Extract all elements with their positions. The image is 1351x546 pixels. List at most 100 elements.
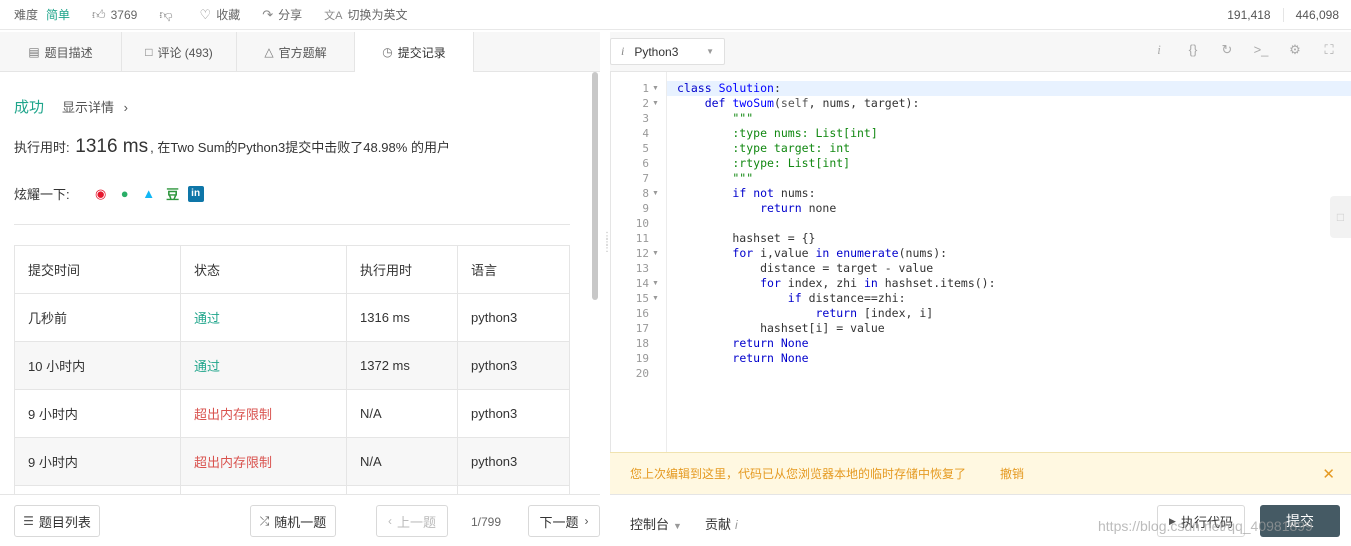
terminal-icon[interactable]: >_ [1251, 42, 1271, 58]
prev-problem-button[interactable]: ‹ 上一题 [376, 505, 448, 537]
wechat-icon[interactable]: ● [116, 185, 134, 203]
line-number: 17 [635, 322, 649, 335]
runtime-summary: 执行用时: 1316 ms, 在Two Sum的Python3提交中击败了48.… [14, 136, 450, 158]
line-number: 20 [635, 367, 649, 380]
result-status: 成功 [14, 99, 45, 116]
submit-time: 几秒前 [14, 293, 181, 342]
tab-label: 官方题解 [278, 45, 327, 60]
code-line: hashset[i] = value [677, 321, 885, 335]
language-value: Python3 [634, 44, 679, 59]
submit-status-link[interactable]: 通过 [180, 293, 347, 342]
line-number-gutter: 1 ▼ 2 ▼ 3 4 5 6 7 8 ▼ 9 10 11 12 ▼ 13 14 ▼ 15 ▼ 16 17 18 19 20 [611, 72, 667, 452]
fold-toggle-icon[interactable]: ▼ [652, 186, 659, 201]
document-icon: ▤ [28, 45, 40, 59]
shuffle-icon: ⤮ [259, 513, 270, 528]
qq-icon[interactable]: ▲ [140, 185, 158, 203]
table-row: 9 小时内 超出内存限制 N/A python3 [14, 437, 570, 486]
reset-icon[interactable]: ↻ [1217, 42, 1237, 58]
tab-label: 提交记录 [397, 45, 446, 60]
line-number: 3 [642, 112, 649, 125]
console-label: 控制台 [630, 517, 670, 532]
share-button[interactable]: ↷ 分享 [262, 6, 302, 23]
code-line: def twoSum(self, nums, target): [704, 96, 920, 110]
douban-icon[interactable]: 豆 [164, 185, 182, 203]
contribute-link[interactable]: 贡献 i [705, 514, 738, 533]
braces-icon[interactable]: {} [1183, 42, 1203, 58]
code-line: return None [732, 336, 809, 350]
submission-count: 446,098 [1282, 8, 1351, 22]
info-icon[interactable]: i [1149, 42, 1169, 58]
tab-solution[interactable]: △ 官方题解 [237, 32, 355, 72]
fold-toggle-icon[interactable]: ▼ [652, 96, 659, 111]
editor-actions: i {} ↻ >_ ⚙ ⛶ [1135, 42, 1339, 58]
fold-toggle-icon[interactable]: ▼ [652, 291, 659, 306]
runtime-suffix: , 在Two Sum的Python3提交中击败了48.98% 的用户 [150, 140, 450, 155]
table-row: 9 小时内 超出内存限制 N/A python3 [14, 389, 570, 438]
close-icon[interactable]: ✕ [1322, 465, 1335, 483]
console-toggle[interactable]: 控制台 ▼ [630, 514, 682, 533]
submit-time: 9 小时内 [14, 437, 181, 486]
submit-time [14, 485, 181, 494]
random-problem-button[interactable]: ⤮ 随机一题 [250, 505, 336, 537]
code-line: return None [732, 351, 809, 365]
line-number: 8 [642, 187, 649, 200]
side-handle[interactable]: □ [1330, 196, 1351, 238]
line-number: 11 [635, 232, 649, 245]
language-select[interactable]: i Python3 ▼ [610, 38, 725, 65]
code-editor[interactable]: 1 ▼ 2 ▼ 3 4 5 6 7 8 ▼ 9 10 11 12 ▼ 13 14 ▼ 15 ▼ 16 17 18 19 20 cl… [610, 72, 1351, 452]
heart-icon: ♡ [199, 6, 212, 22]
fold-toggle-icon[interactable]: ▼ [652, 81, 659, 96]
line-number: 12 [635, 247, 649, 260]
show-details-link[interactable]: 显示详情 › [62, 97, 128, 116]
like-count: 3769 [110, 7, 138, 22]
thumbs-down-icon: 👎︎ [159, 6, 173, 22]
settings-icon[interactable]: ⚙ [1285, 42, 1305, 58]
code-line: class Solution: [677, 81, 781, 95]
like-button[interactable]: 👍︎ 3769 [92, 7, 137, 23]
share-label: 炫耀一下: [14, 187, 70, 202]
code-line: return [index, i] [815, 306, 934, 320]
caret-down-icon: ▼ [706, 47, 714, 56]
tab-description[interactable]: ▤ 题目描述 [0, 32, 122, 72]
problem-list-button[interactable]: ☰ 题目列表 [14, 505, 100, 537]
linkedin-icon[interactable]: in [187, 185, 204, 202]
fold-toggle-icon[interactable]: ▼ [652, 246, 659, 261]
undo-link[interactable]: 撤销 [1000, 465, 1024, 482]
line-number: 5 [642, 142, 649, 155]
tab-submissions[interactable]: ◷ 提交记录 [355, 32, 474, 72]
next-problem-button[interactable]: 下一题 › [528, 505, 600, 537]
left-scrollbar[interactable] [592, 72, 598, 300]
problem-stats: 191,418 446,098 [1215, 0, 1351, 30]
code-line: hashset = {} [677, 231, 816, 245]
line-number: 19 [635, 352, 649, 365]
code-area[interactable]: class Solution: def twoSum(self, nums, t… [667, 72, 1351, 452]
code-line: distance = target - value [677, 261, 934, 275]
code-line: :type nums: List[int] [677, 126, 878, 140]
fullscreen-icon[interactable]: ⛶ [1319, 42, 1339, 58]
difficulty: 难度 简单 [14, 6, 70, 23]
line-number: 14 [635, 277, 649, 290]
submit-status-link[interactable]: 超出内存限制 [180, 437, 347, 486]
panel-resize-handle[interactable]: ⋮ ⋮ ⋮ [602, 232, 612, 278]
submit-language: python3 [457, 341, 570, 390]
code-line: :rtype: List[int] [677, 156, 851, 170]
switch-language-button[interactable]: 文A 切换为英文 [324, 6, 407, 23]
tab-comments[interactable]: □ 评论 (493) [122, 32, 237, 72]
submit-status-link[interactable]: 超出内存限制 [180, 389, 347, 438]
weibo-icon[interactable]: ◉ [92, 185, 110, 203]
code-line: :type target: int [677, 141, 851, 155]
dislike-button[interactable]: 👎︎ [159, 7, 177, 23]
code-line: if distance==zhi: [787, 291, 906, 305]
line-number: 16 [635, 307, 649, 320]
line-number: 18 [635, 337, 649, 350]
favorite-button[interactable]: ♡ 收藏 [200, 6, 241, 23]
code-line: for index, zhi in hashset.items(): [760, 276, 996, 290]
line-number: 2 [642, 97, 649, 110]
line-number: 9 [642, 202, 649, 215]
submit-status-link[interactable]: 通过 [180, 341, 347, 390]
column-header: 提交时间 [14, 245, 181, 294]
fold-toggle-icon[interactable]: ▼ [652, 276, 659, 291]
problem-tabs: ▤ 题目描述 □ 评论 (493) △ 官方题解 ◷ 提交记录 [0, 32, 600, 72]
line-number: 4 [642, 127, 649, 140]
tab-label: 评论 (493) [157, 45, 213, 60]
